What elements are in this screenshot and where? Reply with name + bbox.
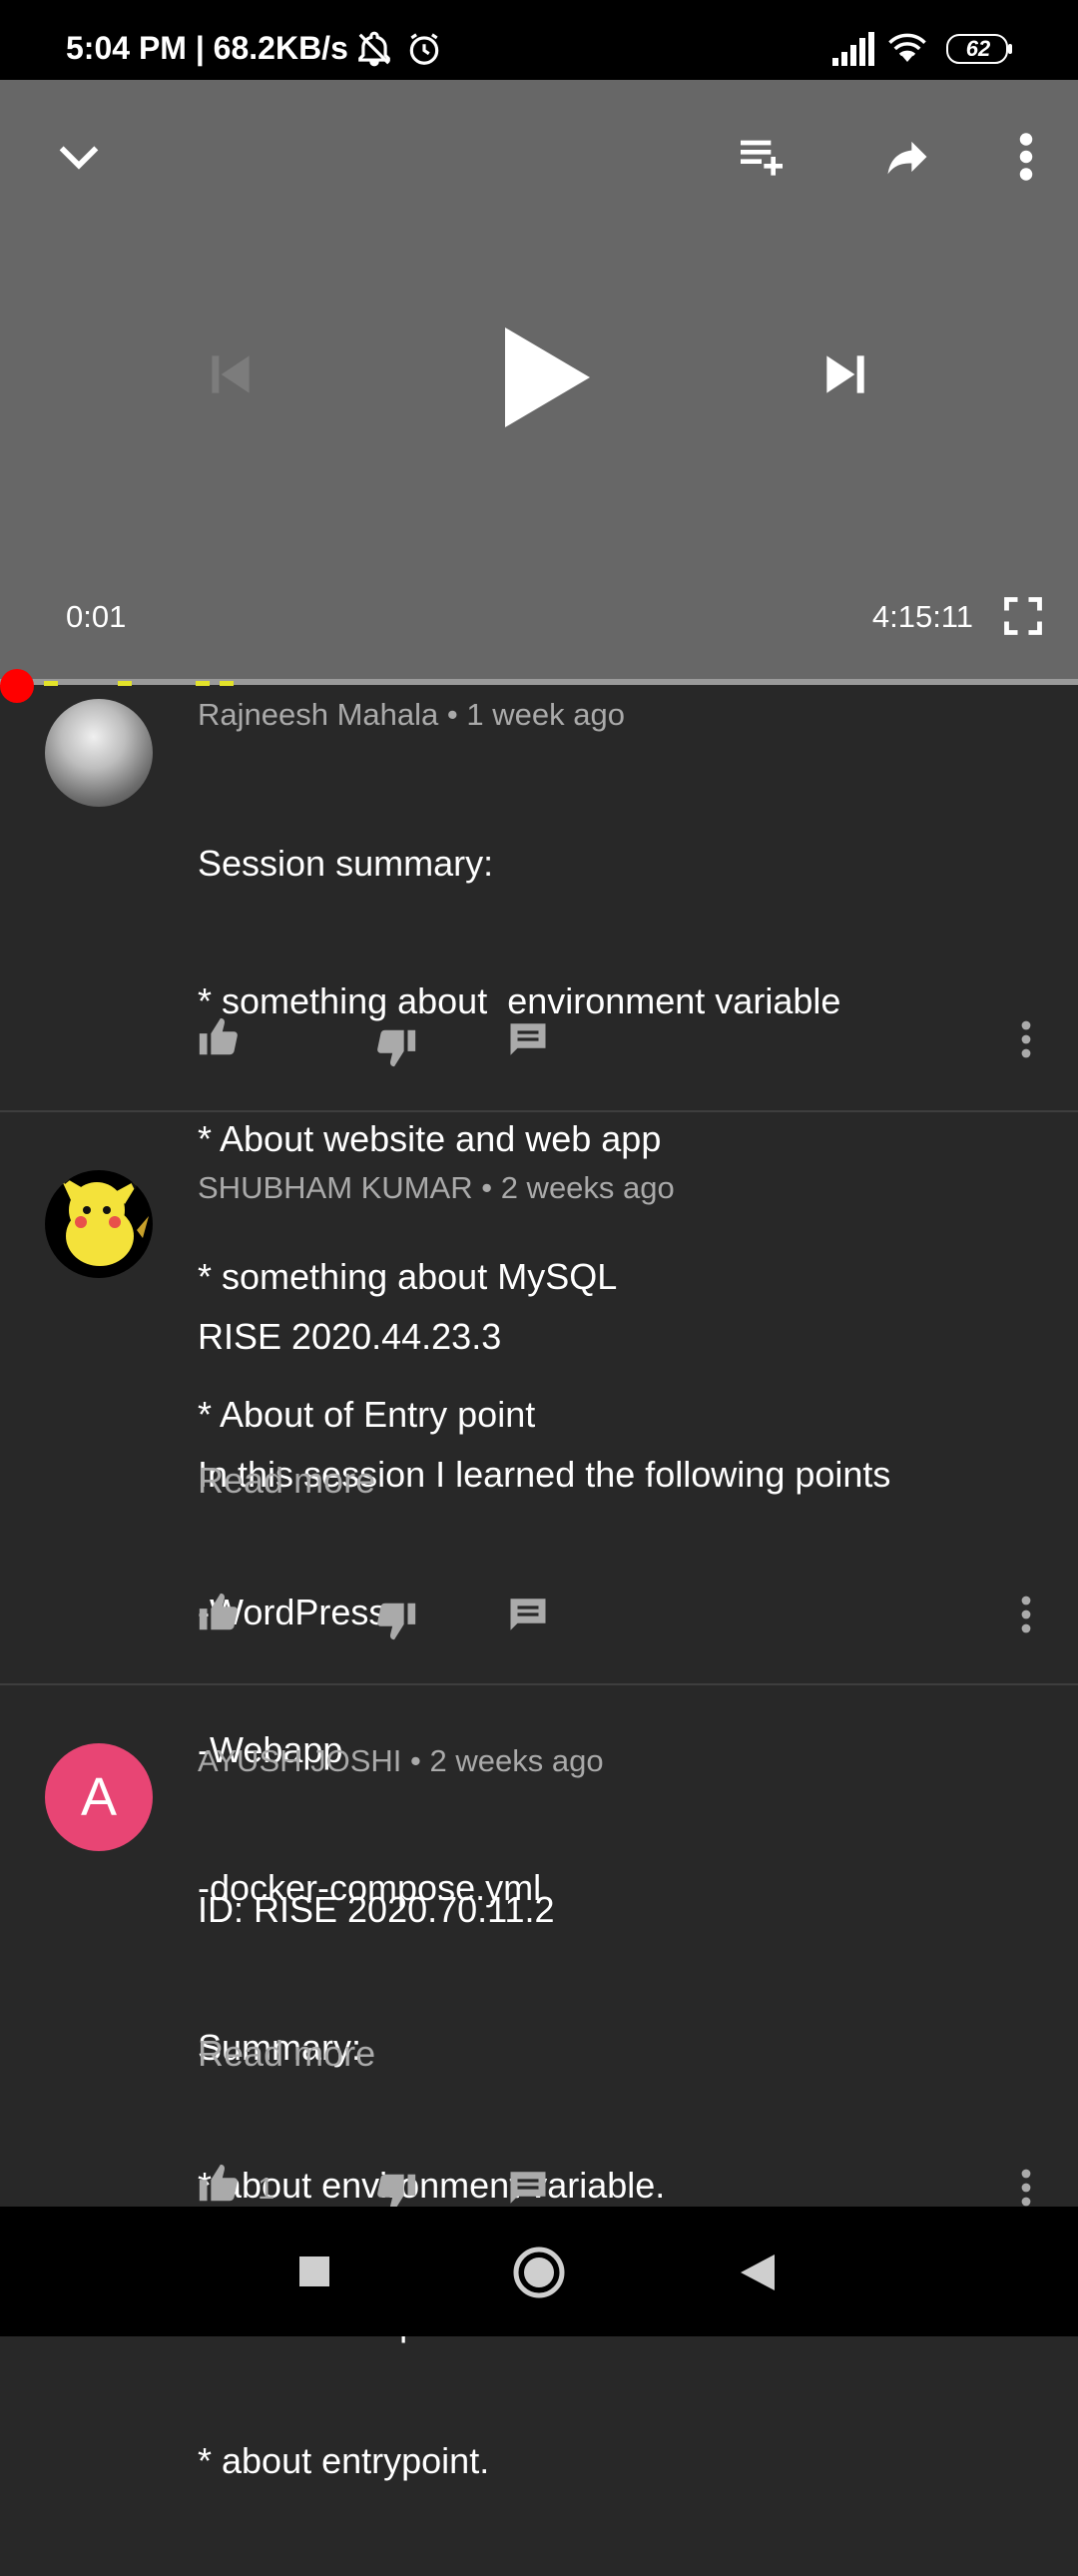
- avatar[interactable]: [45, 699, 153, 807]
- total-duration: 4:15:11: [871, 599, 973, 634]
- back-triangle-icon[interactable]: [739, 2253, 777, 2297]
- more-options-icon[interactable]: [998, 124, 1054, 190]
- system-nav-bar: [0, 2207, 1078, 2336]
- comment-time: 1 week ago: [466, 697, 625, 732]
- like-icon[interactable]: [196, 2161, 242, 2212]
- reply-icon[interactable]: [507, 1018, 549, 1065]
- meta-separator: •: [410, 1743, 421, 1778]
- read-more-link[interactable]: Read more: [198, 2033, 375, 2075]
- comment-more-icon[interactable]: [1018, 1018, 1034, 1065]
- comment-author[interactable]: Rajneesh Mahala: [198, 697, 438, 732]
- chapter-marker: [44, 681, 58, 686]
- play-icon[interactable]: [495, 327, 595, 427]
- comment-divider: [0, 1110, 1078, 1112]
- progress-bar[interactable]: [0, 679, 1078, 685]
- like-count: 1: [258, 2171, 275, 2206]
- previous-icon: [196, 339, 266, 409]
- status-bar: 5:04 PM | 68.2KB/s 62: [0, 0, 1078, 80]
- comment-meta: Rajneesh Mahala • 1 week ago: [198, 697, 625, 733]
- battery-level: 62: [965, 36, 991, 61]
- add-to-queue-icon[interactable]: [729, 124, 795, 190]
- fullscreen-icon[interactable]: [996, 589, 1050, 643]
- comment-body: ID: RISE 2020.70.11.2 Summary: * about e…: [198, 1795, 900, 2576]
- recents-square-icon[interactable]: [297, 2254, 331, 2293]
- video-player[interactable]: 0:01 4:15:11: [0, 80, 1078, 684]
- comment-meta: SHUBHAM KUMAR • 2 weeks ago: [198, 1170, 675, 1206]
- like-icon[interactable]: [196, 1590, 242, 1640]
- comment-line: * about environment variable.: [198, 2165, 666, 2206]
- dislike-icon[interactable]: [373, 1598, 419, 1648]
- minimize-chevron-icon[interactable]: [46, 124, 112, 190]
- chapter-marker: [196, 681, 210, 686]
- dislike-icon[interactable]: [373, 1024, 419, 1075]
- alarm-icon: [405, 30, 443, 73]
- comment-author[interactable]: SHUBHAM KUMAR: [198, 1170, 473, 1205]
- mute-bell-icon: [355, 30, 393, 73]
- comment-time: 2 weeks ago: [429, 1743, 604, 1778]
- meta-separator: •: [481, 1170, 493, 1205]
- avatar-letter: A: [80, 1767, 118, 1827]
- avatar[interactable]: A: [45, 1743, 153, 1851]
- comment-time: 2 weeks ago: [500, 1170, 675, 1205]
- comment-line: Session summary:: [198, 843, 494, 884]
- home-circle-icon[interactable]: [511, 2245, 567, 2305]
- comment-line: ID: RISE 2020.70.11.2: [198, 1889, 555, 1930]
- comment-divider: [0, 1683, 1078, 1685]
- reply-icon[interactable]: [507, 1594, 549, 1640]
- wifi-icon: [886, 30, 928, 71]
- signal-icon: [832, 32, 874, 71]
- chapter-marker: [118, 681, 132, 686]
- comment-author[interactable]: AYUSH JOSHI: [198, 1743, 401, 1778]
- chapter-marker: [220, 681, 234, 686]
- comment-more-icon[interactable]: [1018, 1594, 1034, 1640]
- status-time-speed: 5:04 PM | 68.2KB/s: [66, 30, 348, 66]
- comment-meta: AYUSH JOSHI • 2 weeks ago: [198, 1743, 604, 1779]
- meta-separator: •: [446, 697, 458, 732]
- current-time: 0:01: [66, 599, 127, 634]
- read-more-link[interactable]: Read more: [198, 1460, 375, 1502]
- share-icon[interactable]: [874, 124, 940, 190]
- comment-line: * about entrypoint.: [198, 2440, 490, 2481]
- like-icon[interactable]: [196, 1014, 242, 1065]
- comment-line: RISE 2020.44.23.3: [198, 1316, 502, 1357]
- avatar[interactable]: [45, 1170, 153, 1278]
- next-icon[interactable]: [810, 339, 880, 409]
- progress-scrubber[interactable]: [0, 669, 34, 703]
- comment-line: * About website and web app: [198, 1118, 662, 1159]
